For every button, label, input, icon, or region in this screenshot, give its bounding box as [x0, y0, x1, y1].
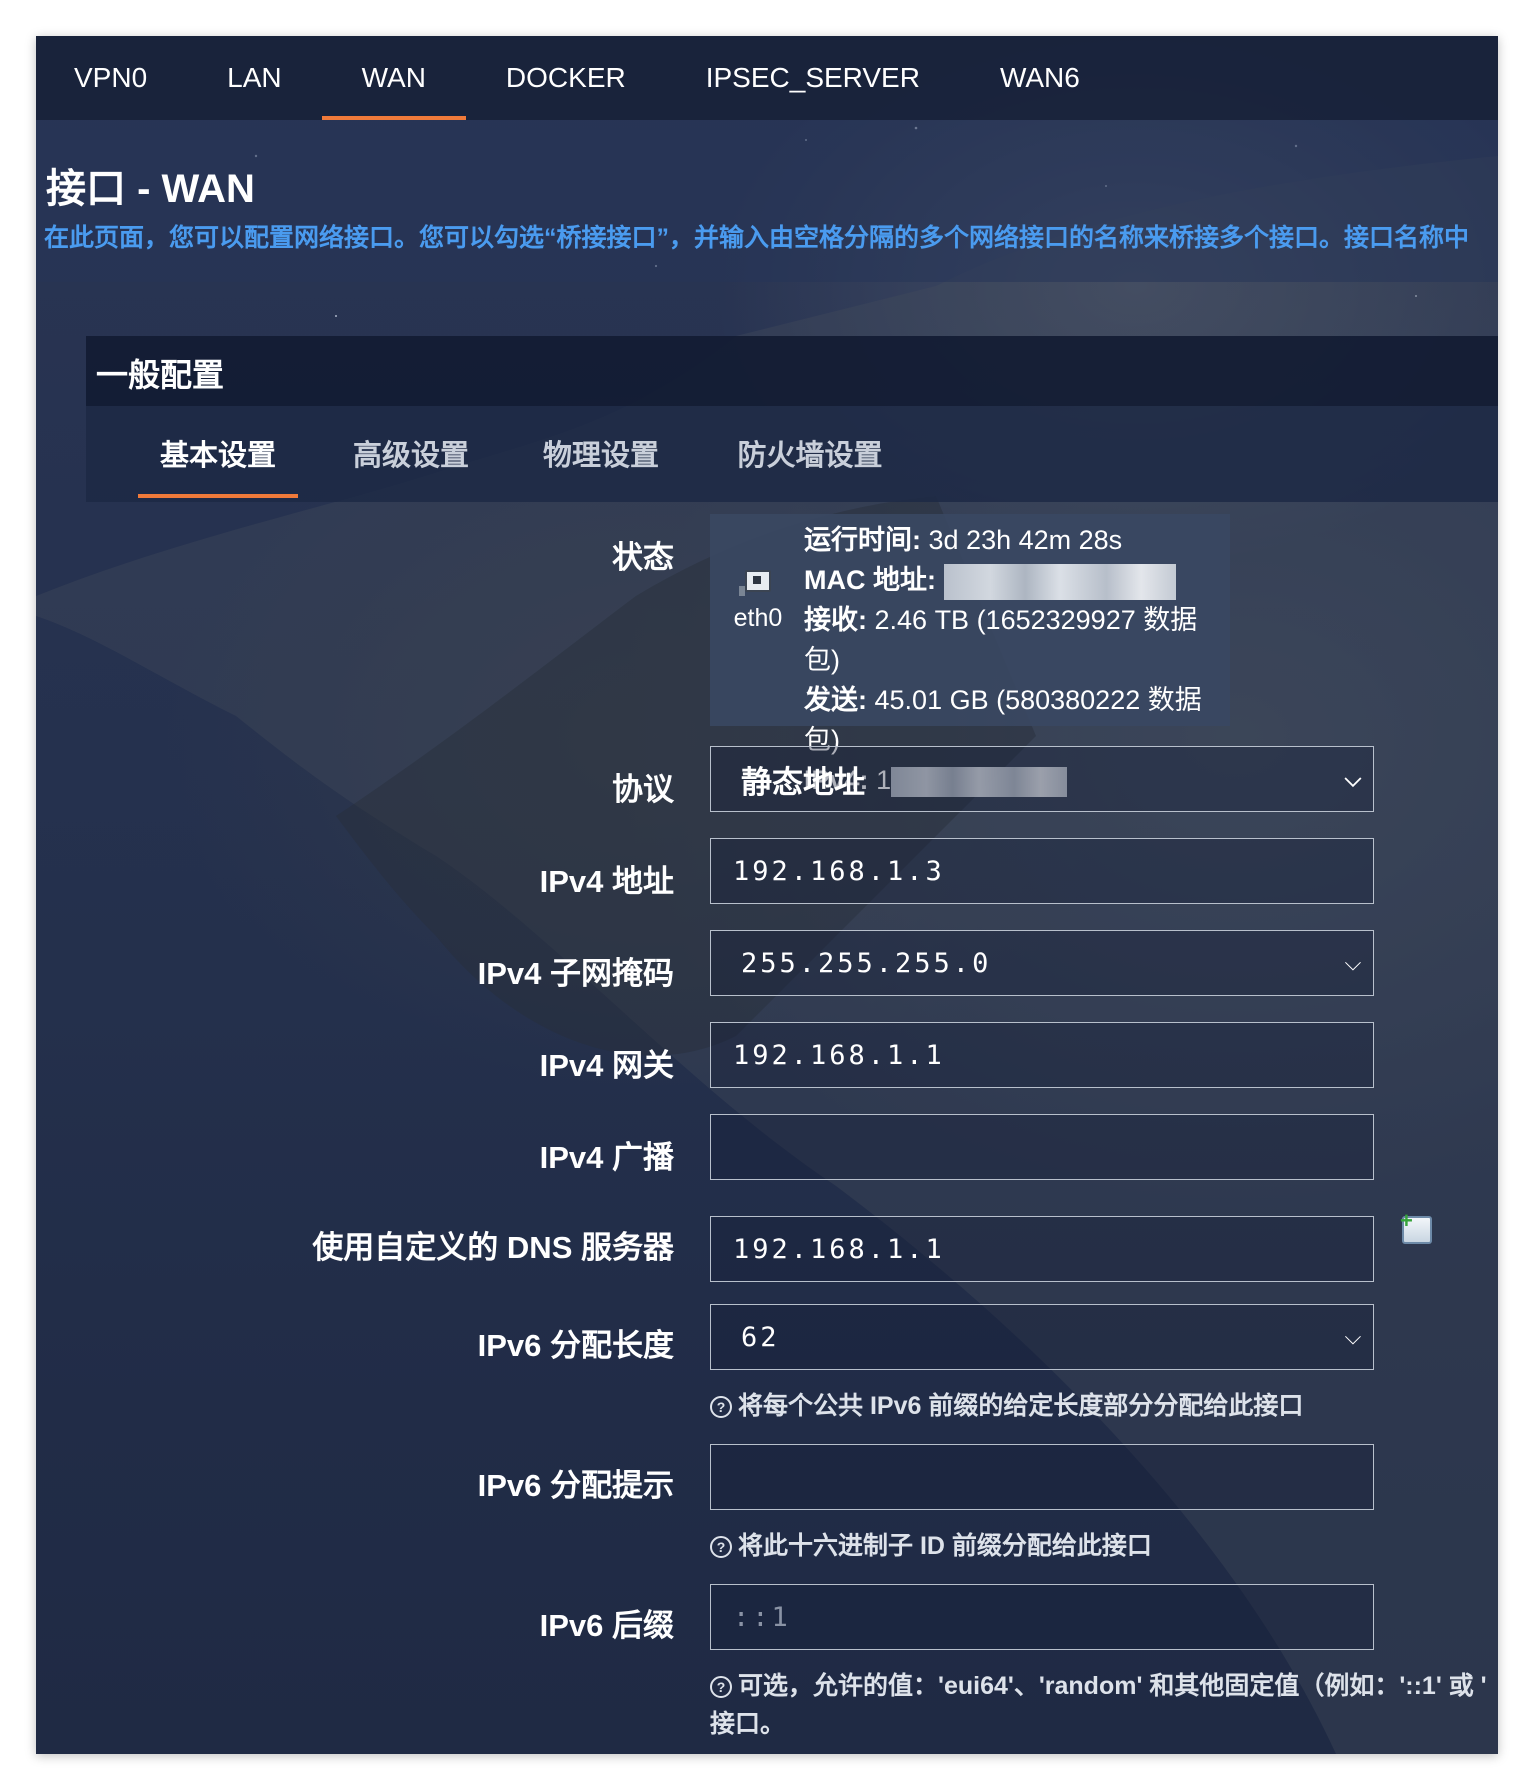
ipv6-assign-hint-label: IPv6 分配提示 [477, 1468, 674, 1503]
uptime-line: 运行时间: 3d 23h 42m 28s [804, 520, 1230, 560]
section-tabs: 基本设置 高级设置 物理设置 防火墙设置 [86, 406, 1498, 502]
help-icon: ? [710, 1676, 732, 1698]
protocol-label: 协议 [612, 772, 674, 807]
ipv4-netmask-select[interactable]: 255.255.255.0 ⌵ [710, 930, 1374, 996]
ipv6-assign-length-select[interactable]: 62 ⌵ [710, 1304, 1374, 1370]
ipv4-netmask-value: 255.255.255.0 [741, 947, 992, 979]
chevron-down-icon: ⌵ [1344, 766, 1362, 792]
ipv4-address-value: 192.168.1.3 [733, 855, 945, 887]
ipv4-gateway-input[interactable]: 192.168.1.1 [710, 1022, 1374, 1088]
ipv6-assign-hint-help: ? 将此十六进制子 ID 前缀分配给此接口 [710, 1526, 1152, 1562]
page-title: 接口 - WAN [46, 167, 255, 211]
tab-advanced-settings[interactable]: 高级设置 [330, 406, 492, 500]
help-icon: ? [710, 1396, 732, 1418]
ipv4-address-label: IPv4 地址 [539, 864, 674, 899]
chevron-down-icon: ⌵ [1344, 1324, 1362, 1350]
ipv6-suffix-hint-line2: 接口。 [710, 1710, 786, 1738]
protocol-value: 静态地址 [741, 764, 865, 800]
tab-basic-settings[interactable]: 基本设置 [138, 406, 298, 500]
tab-firewall-settings[interactable]: 防火墙设置 [712, 406, 908, 500]
ipv6-assign-length-value: 62 [741, 1321, 780, 1353]
protocol-select[interactable]: 静态地址 ⌵ [710, 746, 1374, 812]
section-header: 一般配置 [86, 336, 1498, 406]
tab-wan6[interactable]: WAN6 [960, 36, 1120, 120]
tab-docker[interactable]: DOCKER [466, 36, 666, 120]
rx-line: 接收: 2.46 TB (1652329927 数据包) [804, 600, 1230, 680]
ethernet-port-icon [739, 570, 771, 596]
ipv6-suffix-hint-line1: 可选，允许的值：'eui64'、'random' 和其他固定值（例如：'::1'… [738, 1672, 1487, 1700]
page-description: 在此页面，您可以配置网络接口。您可以勾选“桥接接口”，并输入由空格分隔的多个网络… [44, 224, 1470, 252]
ipv6-suffix-hint: ? 可选，允许的值：'eui64'、'random' 和其他固定值（例如：'::1… [710, 1666, 1487, 1702]
ipv4-address-input[interactable]: 192.168.1.3 [710, 838, 1374, 904]
help-icon: ? [710, 1536, 732, 1558]
status-label: 状态 [612, 540, 674, 575]
add-dns-icon[interactable] [1400, 1208, 1432, 1244]
ipv6-suffix-label: IPv6 后缀 [539, 1608, 674, 1643]
ipv6-suffix-placeholder: ::1 [733, 1601, 791, 1633]
ipv4-broadcast-label: IPv4 广播 [539, 1140, 674, 1175]
device-name: eth0 [733, 604, 783, 632]
mac-redacted [943, 563, 1176, 600]
dns-value: 192.168.1.1 [733, 1233, 945, 1265]
tx-key: 发送: [804, 685, 867, 715]
ipv6-assign-hint-help-text: 将此十六进制子 ID 前缀分配给此接口 [738, 1532, 1152, 1560]
dns-label: 使用自定义的 DNS 服务器 [312, 1230, 674, 1265]
status-panel: eth0 运行时间: 3d 23h 42m 28s MAC 地址: 接收: 2.… [710, 514, 1230, 797]
tab-vpn0[interactable]: VPN0 [36, 36, 187, 120]
uptime-key: 运行时间: [804, 525, 921, 555]
page-header [36, 120, 1498, 282]
ipv4-gateway-label: IPv4 网关 [539, 1048, 674, 1083]
rx-key: 接收: [804, 605, 867, 635]
tab-physical-settings[interactable]: 物理设置 [520, 406, 682, 500]
ipv6-assign-length-hint: ? 将每个公共 IPv6 前缀的给定长度部分分配给此接口 [710, 1386, 1303, 1422]
ipv4-netmask-label: IPv4 子网掩码 [477, 956, 674, 991]
dns-input[interactable]: 192.168.1.1 [710, 1216, 1374, 1282]
tab-lan[interactable]: LAN [187, 36, 321, 120]
ipv4-gateway-value: 192.168.1.1 [733, 1039, 945, 1071]
mac-line: MAC 地址: [804, 560, 1230, 600]
app-window: VPN0 LAN WAN DOCKER IPSEC_SERVER WAN6 接口… [36, 36, 1498, 1754]
interface-tabs: VPN0 LAN WAN DOCKER IPSEC_SERVER WAN6 [36, 36, 1498, 120]
ipv4-broadcast-input[interactable] [710, 1114, 1374, 1180]
ipv6-suffix-input[interactable]: ::1 [710, 1584, 1374, 1650]
device-status: eth0 [728, 570, 788, 633]
ipv6-assign-hint-input[interactable] [710, 1444, 1374, 1510]
tab-ipsec-server[interactable]: IPSEC_SERVER [666, 36, 960, 120]
chevron-down-icon: ⌵ [1344, 950, 1362, 976]
tab-wan[interactable]: WAN [321, 36, 467, 120]
ipv6-assign-length-label: IPv6 分配长度 [477, 1328, 674, 1363]
ipv6-assign-length-hint-text: 将每个公共 IPv6 前缀的给定长度部分分配给此接口 [738, 1392, 1304, 1420]
section-title: 一般配置 [96, 357, 225, 393]
uptime-value: 3d 23h 42m 28s [928, 525, 1123, 555]
mac-key: MAC 地址: [804, 565, 936, 595]
